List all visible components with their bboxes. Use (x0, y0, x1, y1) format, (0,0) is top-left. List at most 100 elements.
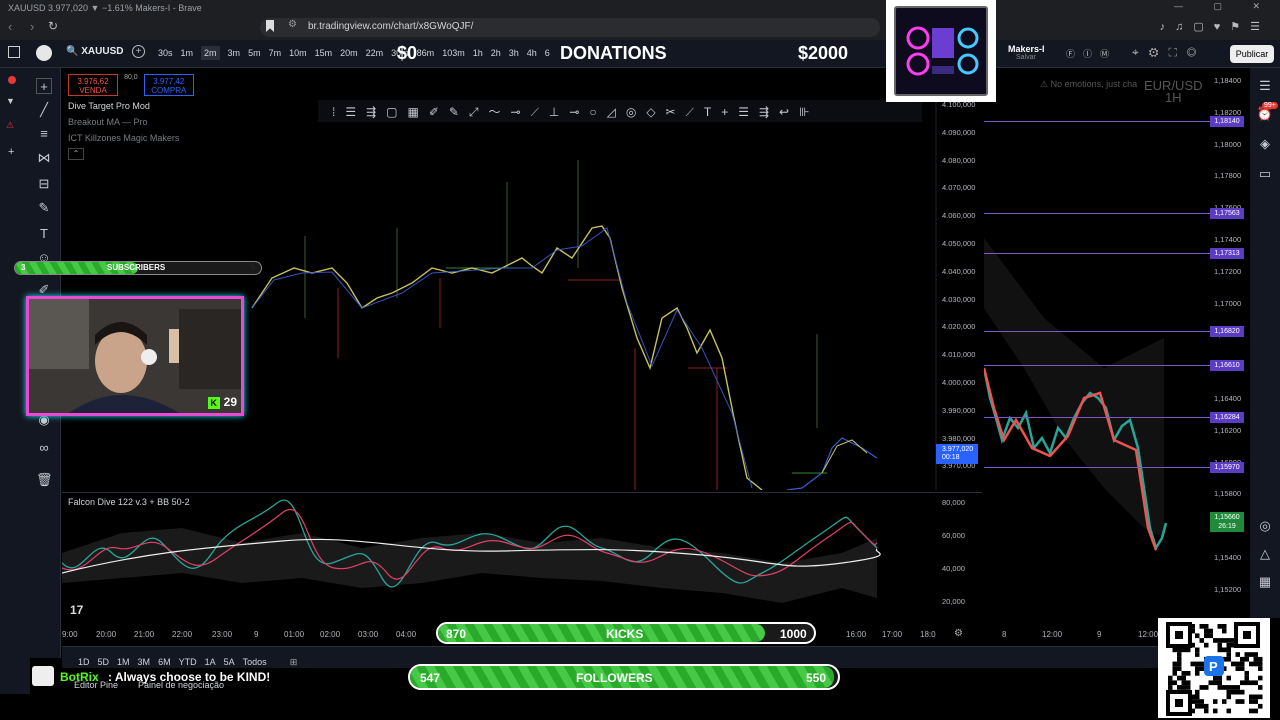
eurusd-chart-pane[interactable] (982, 68, 1210, 658)
layers-icon[interactable]: ◈ (1256, 136, 1274, 154)
interval-3h[interactable]: 3h (509, 48, 519, 58)
sell-button[interactable]: 3.976,62 VENDA (68, 74, 118, 96)
eurusd-level-line[interactable] (984, 365, 1210, 366)
interval-7m[interactable]: 7m (269, 48, 282, 58)
site-settings-icon[interactable]: ⚙ (288, 19, 297, 30)
layout-action-icons[interactable]: ⒻⒾⓂ (1066, 47, 1117, 60)
window-controls[interactable]: — ▢ ✕ (1174, 1, 1274, 12)
interval-22m[interactable]: 22m (366, 48, 384, 58)
interval-103m[interactable]: 103m (442, 48, 465, 58)
publish-button[interactable]: Publicar (1230, 45, 1274, 63)
alert-icon[interactable]: ⚠ (6, 120, 14, 131)
trendline-icon[interactable]: ╱ (36, 102, 52, 118)
time-tick: 16:00 (846, 630, 867, 639)
fib-icon[interactable]: ≡ (36, 126, 52, 142)
interval-6[interactable]: 6 (545, 48, 550, 58)
watchlist-icon[interactable]: ☰ (1256, 78, 1274, 96)
forecast-icon[interactable]: ⊟ (36, 176, 52, 192)
compare-symbol-button[interactable]: + (132, 45, 145, 58)
sidebar-toggle-icon[interactable] (8, 46, 20, 58)
chat-message: BotRix : Always choose to be KIND! (32, 666, 392, 694)
text-icon[interactable]: T (36, 226, 52, 242)
oscillator-tick: 20,000 (942, 597, 965, 606)
eurusd-level-label: 1,18140 (1210, 116, 1244, 127)
forward-icon[interactable]: › (30, 19, 34, 34)
followers-goal: 550 (806, 671, 827, 685)
symbol-search[interactable]: 🔍 XAUUSD (66, 46, 123, 57)
sell-label: VENDA (79, 86, 107, 95)
interval-86m[interactable]: 86m (417, 48, 435, 58)
interval-2h[interactable]: 2h (491, 48, 501, 58)
axis-settings-icon[interactable]: ⚙ (954, 628, 963, 639)
chat-icon[interactable]: ▭ (1256, 166, 1274, 184)
interval-5m[interactable]: 5m (248, 48, 261, 58)
pattern-icon[interactable]: ⋈ (36, 150, 52, 166)
interval-15m[interactable]: 15m (315, 48, 333, 58)
subscribers-goal: 6 (251, 263, 256, 272)
interval-3m[interactable]: 3m (228, 48, 241, 58)
time-tick: 22:00 (172, 630, 193, 639)
price-tick: 4.070,000 (942, 183, 976, 193)
reload-icon[interactable]: ↻ (48, 19, 58, 33)
indicator-2[interactable]: Breakout MA — Pro (68, 117, 148, 127)
buy-price: 3.977,42 (153, 77, 185, 86)
record-icon[interactable] (8, 76, 16, 84)
interval-10m[interactable]: 10m (289, 48, 307, 58)
interval-1m[interactable]: 1m (181, 48, 194, 58)
collapse-indicators-button[interactable]: ⌃ (68, 148, 84, 160)
link-icon[interactable]: ∞ (36, 440, 52, 456)
svg-text:P: P (1209, 659, 1218, 674)
eurusd-level-line[interactable] (984, 331, 1210, 332)
main-chart-pane[interactable] (62, 68, 982, 491)
calendar-icon[interactable]: ▦ (1256, 574, 1274, 592)
eurusd-level-line[interactable] (984, 417, 1210, 418)
interval-1h[interactable]: 1h (473, 48, 483, 58)
eurusd-level-line[interactable] (984, 121, 1210, 122)
interval-30s[interactable]: 30s (158, 48, 173, 58)
range-buttons: 1D 5D 1M 3M 6M YTD 1A 5A Todos (70, 652, 267, 667)
donations-label: DONATIONS (560, 43, 667, 63)
donation-qr-code: P (1158, 618, 1270, 718)
brush-icon[interactable]: ✎ (36, 200, 52, 216)
drawing-toolbar[interactable]: ⁞☰⇶▢▦✐✎⤢〜⊸⟋⊥⊸○◿◎◇✂⟋T+☰⇶↩⊪ (318, 100, 922, 122)
url-field[interactable]: ⚙ br.tradingview.com/chart/x8GWoQJF/ (260, 18, 880, 37)
signal-icon[interactable]: △ (1256, 546, 1274, 564)
interval-20m[interactable]: 20m (340, 48, 358, 58)
oscillator-pane[interactable]: Falcon Dive 122 v.3 + BB 50-2 17 (61, 492, 982, 622)
eurusd-level-label: 1,17563 (1210, 208, 1244, 219)
time-tick: 02:00 (320, 630, 341, 639)
buy-button[interactable]: 3.977,42 COMPRA (143, 74, 194, 96)
eurusd-level-label: 1,16610 (1210, 360, 1244, 371)
eurusd-level-label: 1,16284 (1210, 412, 1244, 423)
indicator-1[interactable]: Dive Target Pro Mod (68, 101, 150, 111)
bookmark-icon[interactable] (266, 20, 274, 32)
eurusd-price-tick: 1,15400 (1214, 553, 1242, 562)
price-tick: 4.050,000 (942, 239, 976, 248)
interval-2m[interactable]: 2m (201, 46, 220, 60)
time-tick: 21:00 (134, 630, 155, 639)
eurusd-level-line[interactable] (984, 213, 1210, 214)
settings-icons[interactable]: ⌖⚙⛶◎ (1132, 45, 1206, 60)
target-icon[interactable]: ◎ (1256, 518, 1274, 536)
subscribers-current: 3 (21, 263, 26, 272)
followers-goal-bar: 547 FOLLOWERS 550 (408, 664, 840, 690)
indicator-3[interactable]: ICT Killzones Magic Makers (68, 133, 179, 143)
extension-icons[interactable]: ♪♫▢♥⚑☰ (1160, 20, 1270, 33)
crosshair-icon[interactable]: + (36, 78, 52, 94)
interval-list: 30s 1m 2m 3m 5m 7m 10m 15m 20m 22m 30m 86m 103m 1h 2h 3… (158, 46, 558, 60)
user-avatar[interactable] (36, 45, 52, 61)
price-tick: 4.020,000 (942, 322, 976, 332)
chat-text: : Always choose to be KIND! (108, 670, 271, 684)
eurusd-level-line[interactable] (984, 253, 1210, 254)
kill-zone-verticals (304, 160, 818, 428)
interval-4h[interactable]: 4h (527, 48, 537, 58)
tv-icon[interactable]: ▼ (6, 96, 15, 106)
trash-icon[interactable]: 🗑 (36, 472, 53, 488)
eurusd-level-line[interactable] (984, 467, 1210, 468)
back-icon[interactable]: ‹ (8, 19, 12, 34)
layout-menu[interactable]: Makers-I Salvar (1008, 44, 1045, 61)
eurusd-level-label: 1,16820 (1210, 326, 1244, 337)
price-tick: 3.980,000 (942, 433, 976, 443)
eurusd-warning-text: No emotions, just cha (1050, 79, 1138, 89)
add-icon[interactable]: + (8, 146, 14, 158)
